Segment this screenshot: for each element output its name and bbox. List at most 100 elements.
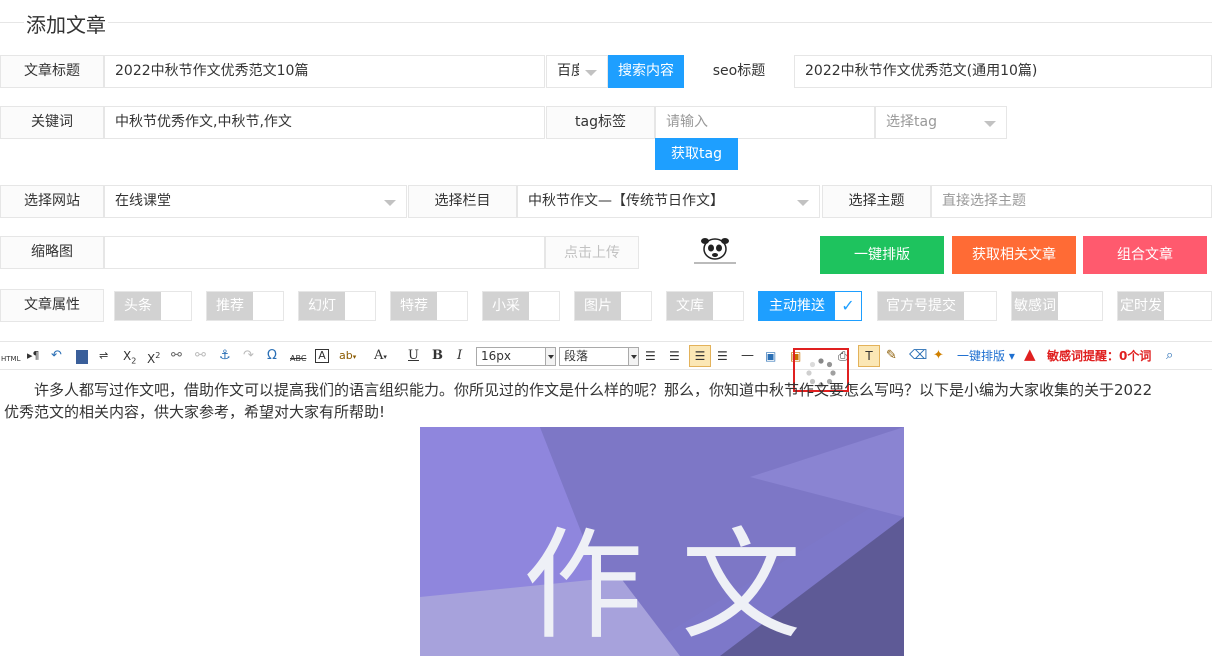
tag-label: tag标签	[546, 106, 655, 139]
seo-label: seo标题	[684, 55, 794, 88]
attribute-switch-label: 幻灯	[299, 292, 345, 320]
article-image-text: 作 文	[523, 517, 801, 656]
attribute-switch-1[interactable]: 头条	[114, 291, 192, 321]
editor-content[interactable]: 许多人都写过作文吧，借助作文可以提高我们的语言组织能力。你所见过的作文是什么样的…	[4, 379, 1212, 423]
check-icon: ✓	[841, 296, 855, 315]
align-right-icon[interactable]: ☰	[717, 349, 728, 365]
attribute-switch-9[interactable]: 官方号提交	[877, 291, 997, 321]
keyword-input[interactable]: 中秋节优秀作文,中秋节,作文	[104, 106, 545, 139]
title-input[interactable]: 2022中秋节作文优秀范文10篇	[104, 55, 545, 88]
chevron-down-icon	[384, 200, 396, 206]
unlink-icon[interactable]: ⚯	[195, 349, 206, 365]
text-box-icon[interactable]: A	[315, 349, 329, 363]
tag-select[interactable]: 选择tag	[875, 106, 1007, 139]
keyword-label: 关键词	[0, 106, 104, 139]
superscript-icon[interactable]: X2	[147, 349, 160, 366]
redo-icon[interactable]: ↷	[243, 349, 254, 365]
horizontal-rule-icon[interactable]: —	[741, 349, 754, 365]
underline-icon[interactable]: U	[408, 349, 419, 365]
special-char-icon[interactable]: Ω	[267, 349, 277, 365]
link-icon[interactable]: ⚯	[171, 349, 182, 365]
text-format-icon[interactable]: T	[858, 345, 880, 367]
anchor-icon[interactable]: ⚓	[219, 349, 231, 365]
search-content-button[interactable]: 搜索内容	[608, 55, 684, 88]
attribute-switch-label: 小采	[483, 292, 529, 320]
font-color-icon[interactable]: A▾	[374, 349, 387, 365]
seo-title-input[interactable]: 2022中秋节作文优秀范文(通用10篇)	[794, 55, 1212, 88]
theme-input[interactable]: 直接选择主题	[931, 185, 1212, 218]
one-click-layout-toolbar-button[interactable]: 一键排版 ▾	[957, 349, 1015, 365]
chevron-down-icon	[545, 348, 555, 365]
attribute-switch-label: 官方号提交	[878, 292, 964, 320]
combine-article-button[interactable]: 组合文章	[1083, 236, 1207, 274]
get-tag-button[interactable]: 获取tag	[655, 138, 738, 170]
align-center-icon[interactable]: ☰	[689, 345, 711, 367]
highlight-color-icon[interactable]: ab▾	[339, 349, 356, 365]
chevron-down-icon	[984, 121, 996, 127]
site-select-value: 在线课堂	[115, 193, 171, 209]
chevron-down-icon	[585, 70, 597, 76]
format-brush-icon[interactable]: ✎	[886, 349, 897, 365]
undo-icon[interactable]: ↶	[51, 349, 62, 365]
tag-select-placeholder: 选择tag	[886, 114, 937, 130]
attribute-switch-label: 定时发布	[1118, 292, 1164, 342]
align-left-icon[interactable]: ☰	[669, 349, 680, 365]
article-image[interactable]: 作 文	[420, 427, 904, 656]
attribute-switch-label: 推荐	[207, 292, 253, 320]
header-divider	[0, 22, 1212, 23]
strikethrough-icon[interactable]: ABC	[290, 352, 306, 368]
thumbnail-input[interactable]	[104, 236, 545, 269]
thumbnail-label: 缩略图	[0, 236, 104, 269]
attribute-switch-label: 文库	[667, 292, 713, 320]
thumbnail-preview-image	[694, 238, 736, 264]
attribute-switch-5[interactable]: 小采	[482, 291, 560, 321]
sensitive-word-counter[interactable]: 敏感词提醒：0个词	[1047, 349, 1151, 365]
bold-icon[interactable]: B	[432, 349, 443, 365]
magic-wand-icon[interactable]: ✦	[933, 349, 944, 365]
attribute-switch-label: 图片	[575, 292, 621, 320]
attribute-switch-10[interactable]: 敏感词	[1011, 291, 1103, 321]
page-break-icon[interactable]: ⇌	[99, 349, 108, 365]
justify-icon[interactable]: ☰	[645, 349, 656, 365]
attribute-switch-label: 敏感词	[1012, 292, 1058, 320]
attribute-switch-7[interactable]: 文库	[666, 291, 744, 321]
column-label: 选择栏目	[408, 185, 517, 218]
save-icon[interactable]	[76, 350, 88, 364]
attribute-switch-4[interactable]: 特荐	[390, 291, 468, 321]
paragraph-mark-icon[interactable]: ▸¶	[27, 349, 40, 365]
eraser-icon[interactable]: ⌫	[909, 349, 927, 365]
search-icon[interactable]: ⌕	[1166, 349, 1173, 365]
engine-select[interactable]: 百度	[546, 55, 608, 88]
attribute-switch-2[interactable]: 推荐	[206, 291, 284, 321]
attribute-switch-8[interactable]: 主动推送 ✓	[758, 291, 862, 321]
font-size-value: 16px	[481, 349, 511, 363]
attribute-switch-6[interactable]: 图片	[574, 291, 652, 321]
get-related-articles-button[interactable]: 获取相关文章	[952, 236, 1076, 274]
one-click-layout-toolbar-label: 一键排版	[957, 349, 1006, 363]
insert-image-icon[interactable]: ▣	[765, 349, 776, 365]
paragraph-format-value: 段落	[564, 349, 589, 363]
page-title: 添加文章	[24, 9, 108, 38]
site-select[interactable]: 在线课堂	[104, 185, 407, 218]
subscript-icon[interactable]: X2	[123, 349, 136, 365]
attribute-switch-3[interactable]: 幻灯	[298, 291, 376, 321]
one-click-layout-button[interactable]: 一键排版	[820, 236, 944, 274]
column-select-value: 中秋节作文—【传统节日作文】	[528, 193, 724, 209]
warning-icon: ▲	[1024, 345, 1036, 363]
engine-select-value: 百度	[557, 63, 579, 79]
attribute-switch-11[interactable]: 定时发布	[1117, 291, 1212, 342]
title-label: 文章标题	[0, 55, 104, 88]
italic-icon[interactable]: I	[457, 349, 462, 365]
column-select[interactable]: 中秋节作文—【传统节日作文】	[517, 185, 820, 218]
upload-button[interactable]: 点击上传	[545, 236, 639, 269]
content-paragraph-line2: 优秀范文的相关内容，供大家参考，希望对大家有所帮助!	[4, 403, 386, 421]
attribute-switch-label: 头条	[115, 292, 161, 320]
tag-input[interactable]: 请输入	[655, 106, 875, 139]
paragraph-format-select[interactable]: 段落	[559, 347, 639, 366]
attribute-switch-label: 特荐	[391, 292, 437, 320]
font-size-select[interactable]: 16px	[476, 347, 556, 366]
site-label: 选择网站	[0, 185, 104, 218]
content-paragraph-line1: 许多人都写过作文吧，借助作文可以提高我们的语言组织能力。你所见过的作文是什么样的…	[34, 381, 1153, 399]
chevron-down-icon	[797, 200, 809, 206]
html-source-button[interactable]: HTML	[1, 352, 20, 368]
